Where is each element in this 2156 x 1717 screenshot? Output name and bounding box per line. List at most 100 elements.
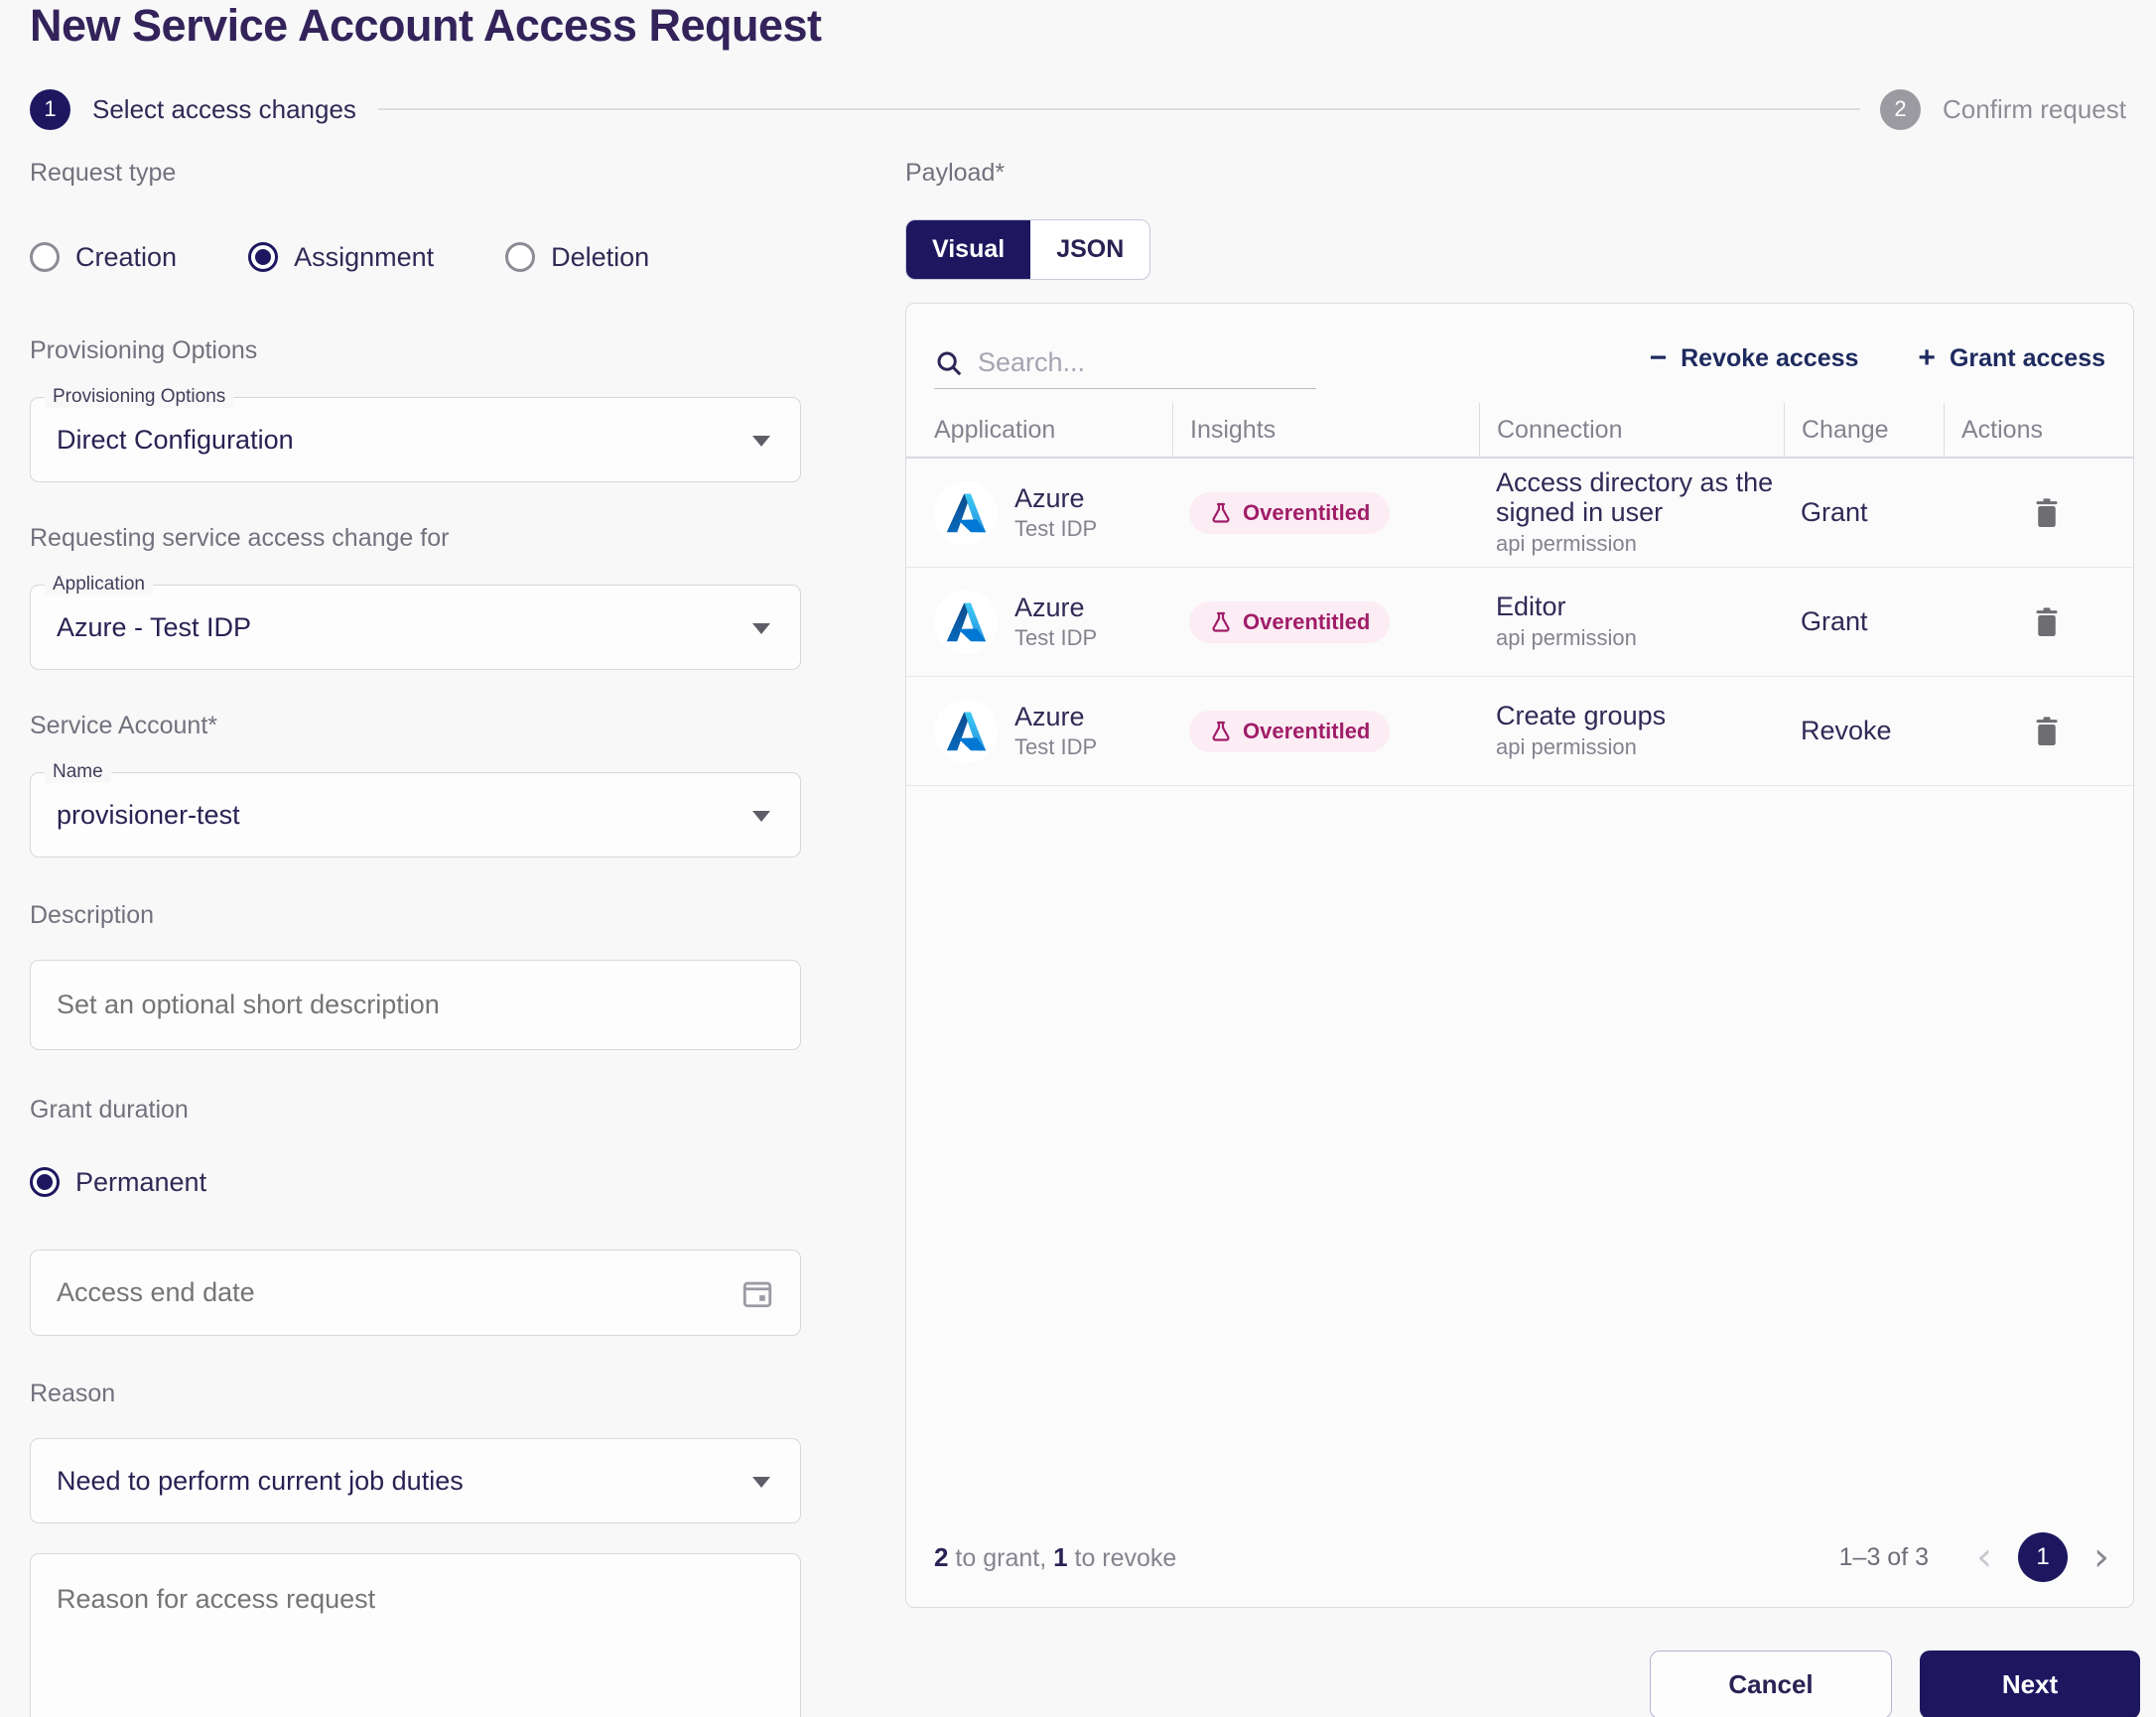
radio-assignment-icon[interactable]: [248, 242, 279, 272]
radio-creation-label: Creation: [75, 241, 178, 272]
description-section-label: Description: [30, 901, 155, 929]
change-value: Grant: [1801, 497, 1868, 527]
radio-creation[interactable]: Creation: [30, 242, 177, 273]
payload-label: Payload*: [905, 159, 1006, 187]
chevron-down-icon: [752, 436, 770, 447]
column-change: Change: [1784, 403, 1944, 457]
reason-value: Need to perform current job duties: [57, 1465, 464, 1496]
flask-icon: [1209, 501, 1233, 525]
calendar-icon[interactable]: [741, 1276, 774, 1315]
pagination-range: 1–3 of 3: [1838, 1542, 1929, 1571]
chevron-down-icon: [752, 811, 770, 822]
grant-access-button[interactable]: + Grant access: [1918, 341, 2105, 375]
connection-name: Editor: [1496, 591, 1566, 621]
cancel-button[interactable]: Cancel: [1650, 1651, 1892, 1717]
reason-textarea[interactable]: [57, 1584, 774, 1715]
actions-cell: [1944, 606, 2133, 638]
application-cell: Azure Test IDP: [906, 480, 1172, 545]
provisioning-options-select[interactable]: Provisioning Options Direct Configuratio…: [30, 386, 801, 482]
trash-icon: [2033, 716, 2061, 747]
table-row[interactable]: Azure Test IDP Overentitled Access direc…: [906, 459, 2133, 568]
provisioning-options-value: Direct Configuration: [57, 424, 294, 455]
search-field: [934, 347, 1316, 389]
actions-cell: [1944, 497, 2133, 529]
access-end-date-wrap: [30, 1250, 801, 1336]
radio-creation-icon[interactable]: [30, 242, 60, 272]
grant-access-label: Grant access: [1949, 343, 2105, 372]
change-value: Grant: [1801, 606, 1868, 636]
next-page-button[interactable]: ›: [2093, 1537, 2109, 1577]
delete-row-button[interactable]: [2033, 716, 2061, 747]
table-row[interactable]: Azure Test IDP Overentitled Create group…: [906, 677, 2133, 786]
column-insights: Insights: [1172, 403, 1479, 457]
delete-row-button[interactable]: [2033, 497, 2061, 529]
step-2-label: Confirm request: [1943, 93, 2126, 124]
table-rows: Azure Test IDP Overentitled Access direc…: [906, 459, 2133, 786]
application-name: Azure: [1014, 702, 1085, 731]
step-1-circle: 1: [30, 88, 70, 130]
change-summary: 2 to grant, 1 to revoke: [934, 1541, 1177, 1572]
application-select[interactable]: Application Azure - Test IDP: [30, 574, 801, 670]
azure-logo-icon: [934, 590, 998, 654]
reason-section-label: Reason: [30, 1380, 116, 1407]
search-input[interactable]: [978, 347, 1316, 378]
connection-name: Create groups: [1496, 700, 1667, 730]
tab-json[interactable]: JSON: [1030, 220, 1149, 279]
chevron-down-icon: [752, 1477, 770, 1488]
reason-select[interactable]: Need to perform current job duties: [30, 1438, 801, 1523]
connection-cell: Editor api permission: [1479, 591, 1784, 652]
access-end-date-input[interactable]: [57, 1277, 702, 1308]
new-service-account-access-request-page: New Service Account Access Request 1 Sel…: [0, 0, 2156, 1717]
delete-row-button[interactable]: [2033, 606, 2061, 638]
grant-duration-radio-group: Permanent: [30, 1160, 801, 1204]
radio-permanent-icon[interactable]: [30, 1167, 60, 1197]
plus-icon: +: [1918, 341, 1936, 374]
table-row[interactable]: Azure Test IDP Overentitled Editor api p…: [906, 568, 2133, 677]
minus-icon: −: [1649, 341, 1668, 374]
payload-section: Payload* Visual JSON: [905, 159, 2134, 280]
revoke-access-button[interactable]: − Revoke access: [1650, 341, 1859, 375]
page-title: New Service Account Access Request: [30, 0, 822, 51]
connection-name: Access directory as the signed in user: [1496, 466, 1774, 527]
radio-deletion[interactable]: Deletion: [505, 242, 649, 273]
service-account-section-label: Service Account*: [30, 712, 217, 739]
insights-cell: Overentitled: [1172, 710, 1479, 752]
tab-visual[interactable]: Visual: [906, 220, 1031, 279]
column-application: Application: [934, 415, 1056, 444]
provisioning-options-section-label: Provisioning Options: [30, 336, 258, 364]
next-button[interactable]: Next: [1920, 1651, 2140, 1717]
radio-deletion-icon[interactable]: [505, 242, 536, 272]
column-connection: Connection: [1479, 403, 1784, 457]
service-account-name-select[interactable]: Name provisioner-test: [30, 761, 801, 858]
bottom-action-bar: Cancel Next: [1650, 1651, 2140, 1717]
change-value: Revoke: [1801, 716, 1892, 745]
connection-type: api permission: [1496, 625, 1637, 651]
previous-page-button[interactable]: ‹: [1976, 1537, 1992, 1577]
request-type-label: Request type: [30, 159, 177, 187]
table-header: Application Insights Connection Change A…: [906, 403, 2133, 459]
application-value: Azure - Test IDP: [57, 611, 252, 642]
insight-label: Overentitled: [1243, 718, 1371, 743]
connection-cell: Access directory as the signed in user a…: [1479, 466, 1784, 557]
description-input-wrap: [30, 960, 801, 1050]
toolbar-actions: − Revoke access + Grant access: [1650, 341, 2105, 389]
revoke-access-label: Revoke access: [1681, 343, 1859, 372]
description-input[interactable]: [57, 990, 751, 1020]
radio-permanent[interactable]: Permanent: [30, 1167, 206, 1198]
request-type-radio-group: Creation Assignment Deletion: [30, 235, 801, 279]
stepper: 1 Select access changes 2 Confirm reques…: [30, 85, 2126, 133]
connection-type: api permission: [1496, 734, 1637, 760]
provisioning-options-field-label: Provisioning Options: [45, 386, 234, 408]
requesting-section-label: Requesting service access change for: [30, 524, 450, 552]
radio-assignment[interactable]: Assignment: [248, 242, 434, 273]
application-idp: Test IDP: [1014, 625, 1098, 650]
payload-tab-group: Visual JSON: [905, 219, 1151, 280]
change-cell: Revoke: [1784, 716, 1944, 746]
panel-footer: 2 to grant, 1 to revoke 1–3 of 3 ‹ 1 ›: [906, 1508, 2133, 1607]
step-1-label: Select access changes: [92, 93, 356, 124]
flask-icon: [1209, 720, 1233, 743]
revoke-count: 1: [1053, 1541, 1068, 1572]
current-page-indicator[interactable]: 1: [2018, 1532, 2068, 1582]
application-name: Azure: [1014, 483, 1085, 513]
insights-cell: Overentitled: [1172, 491, 1479, 534]
